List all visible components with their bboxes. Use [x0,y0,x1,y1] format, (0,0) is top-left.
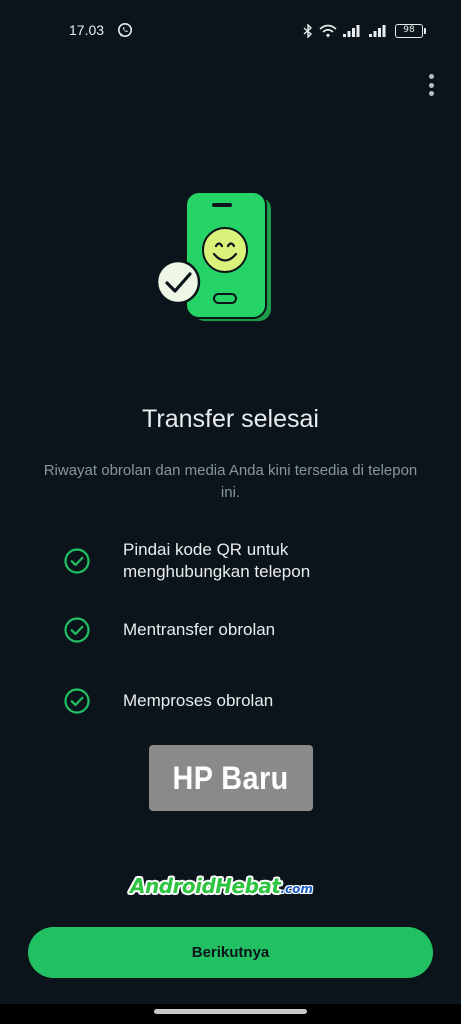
list-item: Pindai kode QR untuk menghubungkan telep… [62,539,422,583]
list-item: Mentransfer obrolan [62,615,422,645]
page-title: Transfer selesai [142,405,319,433]
next-button-label: Berikutnya [191,944,270,961]
status-time: 17.03 [69,22,105,38]
step-label: Memproses obrolan [123,691,274,710]
list-item: Memproses obrolan [62,686,422,716]
brand-watermark-logo: AndroidHebat.com [130,874,330,904]
step-label: Mentransfer obrolan [123,620,276,639]
battery-level: 98 [403,25,415,35]
page-subtitle: Riwayat obrolan dan media Anda kini ters… [43,462,418,501]
signal-icon [343,25,360,37]
battery-icon: 98 [395,24,426,38]
home-gesture-handle[interactable] [154,1009,307,1014]
system-nav-bar [0,1004,461,1024]
status-bar: 17.03 98 [0,0,461,60]
wifi-icon [319,24,337,38]
brand-tld: .com [280,882,313,896]
device-label-text: HP Baru [172,759,290,796]
device-label-overlay: HP Baru [149,745,313,811]
more-vert-icon[interactable] [421,72,441,98]
bluetooth-icon [303,24,313,38]
step-label: Pindai kode QR untuk menghubungkan telep… [123,540,311,581]
signal-icon [369,25,386,37]
next-button[interactable]: Berikutnya [28,927,433,978]
check-circle-icon [64,617,90,643]
phone-smiley-check-icon [155,191,273,323]
whatsapp-icon [118,23,132,37]
status-icons: 98 [303,22,426,40]
check-circle-icon [64,688,90,714]
brand-name: AndroidHebat [130,874,281,898]
check-circle-icon [64,548,90,574]
